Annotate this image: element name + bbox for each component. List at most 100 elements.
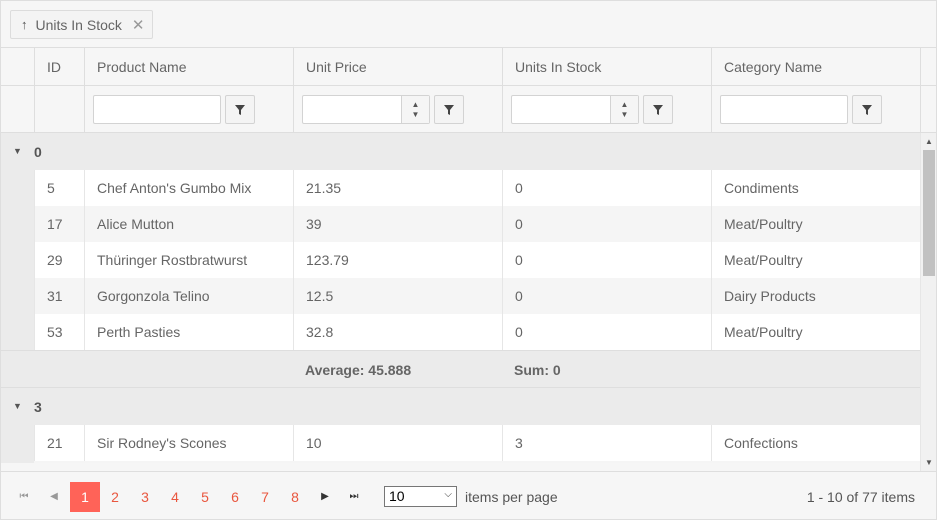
header-units-in-stock[interactable]: Units In Stock: [502, 48, 711, 85]
cell-product-name: Alice Mutton: [84, 206, 293, 242]
filter-cell-category-name: [711, 85, 920, 133]
page-6-button[interactable]: 6: [220, 482, 250, 512]
collapse-group-icon[interactable]: ▼: [13, 401, 22, 411]
product-name-filter-button[interactable]: [225, 95, 255, 124]
table-row[interactable]: 17 Alice Mutton 39 0 Meat/Poultry: [1, 206, 920, 242]
scroll-up-icon[interactable]: ▲: [921, 133, 937, 150]
next-page-icon[interactable]: ▶: [315, 487, 335, 507]
group-indent: [1, 461, 34, 463]
cell-id: 21: [34, 425, 84, 461]
units-in-stock-filter-input[interactable]: ▲ ▼: [511, 95, 639, 124]
header-scroll-spacer: [920, 48, 937, 85]
table-row[interactable]: 53 Perth Pasties 32.8 0 Meat/Poultry: [1, 314, 920, 350]
cell-category-name: Dairy Products: [711, 278, 920, 314]
table-row[interactable]: 31 Gorgonzola Telino 12.5 0 Dairy Produc…: [1, 278, 920, 314]
product-name-filter-input[interactable]: [93, 95, 221, 124]
cell-unit-price: 12.5: [293, 278, 502, 314]
cell-unit-price: 123.79: [293, 242, 502, 278]
units-in-stock-aggregate: Sum: 0: [514, 362, 561, 378]
table-row[interactable]: 21 Sir Rodney's Scones 10 3 Confections: [1, 425, 920, 461]
group-chip-label[interactable]: Units In Stock: [36, 17, 122, 33]
page-7-button[interactable]: 7: [250, 482, 280, 512]
filter-cell-units-in-stock: ▲ ▼: [502, 85, 711, 133]
group-header-row[interactable]: ▼ 0: [1, 133, 920, 170]
cell-product-name: Gorgonzola Telino: [84, 278, 293, 314]
filter-cell-id: [34, 85, 84, 133]
sort-ascending-icon[interactable]: ↑: [21, 17, 28, 32]
filter-cell-product-name: [84, 85, 293, 133]
data-grid: ↑ Units In Stock ✕ ID Product Name Unit …: [0, 0, 937, 520]
chevron-down-icon: ⌵: [444, 489, 452, 500]
cell-id: 5: [34, 170, 84, 206]
filter-cell-unit-price: ▲ ▼: [293, 85, 502, 133]
filter-icon: [444, 104, 454, 115]
units-in-stock-spinner[interactable]: ▲ ▼: [610, 96, 638, 123]
unit-price-spinner[interactable]: ▲ ▼: [401, 96, 429, 123]
page-4-button[interactable]: 4: [160, 482, 190, 512]
cell-category-name: Meat/Poultry: [711, 206, 920, 242]
spin-down-icon[interactable]: ▼: [621, 110, 629, 120]
cell-unit-price: 32.8: [293, 314, 502, 350]
cell-unit-price: 39: [293, 206, 502, 242]
group-chip-units-in-stock[interactable]: ↑ Units In Stock ✕: [10, 10, 154, 39]
filter-icon: [653, 104, 663, 115]
category-name-filter-input[interactable]: [720, 95, 848, 124]
scroll-down-icon[interactable]: ▼: [921, 454, 937, 471]
filter-indent: [1, 85, 34, 133]
spin-up-icon[interactable]: ▲: [621, 100, 629, 110]
cell-category-name: Meat/Poultry: [711, 314, 920, 350]
items-per-page-label: items per page: [465, 489, 558, 505]
group-header-row[interactable]: ▼ 3: [1, 388, 920, 425]
group-indent: [1, 170, 34, 206]
page-5-button[interactable]: 5: [190, 482, 220, 512]
header-category-name[interactable]: Category Name: [711, 48, 920, 85]
page-size-value: 10: [389, 488, 405, 504]
header-unit-price[interactable]: Unit Price: [293, 48, 502, 85]
category-name-filter-button[interactable]: [852, 95, 882, 124]
unit-price-aggregate: Average: 45.888: [305, 362, 412, 378]
group-indent: [1, 314, 34, 350]
cell-unit-price: 10: [293, 425, 502, 461]
collapse-group-icon[interactable]: ▼: [13, 146, 22, 156]
vertical-scrollbar[interactable]: ▲ ▼: [920, 133, 936, 471]
previous-page-icon[interactable]: ◀: [44, 487, 64, 507]
units-in-stock-filter-button[interactable]: [643, 95, 673, 124]
page-3-button[interactable]: 3: [130, 482, 160, 512]
spin-up-icon[interactable]: ▲: [412, 100, 420, 110]
page-1-button[interactable]: 1: [70, 482, 100, 512]
pager: ⏮ ◀ 1 2 3 4 5 6 7 8 ▶ ⏭ 10 ⌵ items per p…: [1, 471, 936, 519]
last-page-icon[interactable]: ⏭: [344, 487, 364, 507]
unit-price-filter-button[interactable]: [434, 95, 464, 124]
remove-group-icon[interactable]: ✕: [132, 16, 145, 34]
cell-id: 29: [34, 242, 84, 278]
cell-id: 53: [34, 314, 84, 350]
scroll-thumb[interactable]: [923, 150, 935, 276]
cell-category-name: Meat/Poultry: [711, 242, 920, 278]
cell-category-name: Confections: [711, 425, 920, 461]
table-row[interactable]: 5 Chef Anton's Gumbo Mix 21.35 0 Condime…: [1, 170, 920, 206]
cell-units-in-stock: 3: [502, 425, 711, 461]
cell-units-in-stock: 0: [502, 278, 711, 314]
page-size-select[interactable]: 10 ⌵: [384, 486, 457, 507]
cell-units-in-stock: 0: [502, 314, 711, 350]
page-8-button[interactable]: 8: [280, 482, 310, 512]
header-product-name[interactable]: Product Name: [84, 48, 293, 85]
table-row[interactable]: 29 Thüringer Rostbratwurst 123.79 0 Meat…: [1, 242, 920, 278]
page-2-button[interactable]: 2: [100, 482, 130, 512]
table-row[interactable]: [1, 461, 920, 463]
group-value: 3: [34, 399, 42, 415]
group-indent: [1, 242, 34, 278]
filter-icon: [235, 104, 245, 115]
cell-id: 17: [34, 206, 84, 242]
header-id[interactable]: ID: [34, 48, 84, 85]
group-indent: [1, 206, 34, 242]
cell-product-name: Sir Rodney's Scones: [84, 425, 293, 461]
unit-price-filter-input[interactable]: ▲ ▼: [302, 95, 430, 124]
spin-down-icon[interactable]: ▼: [412, 110, 420, 120]
cell-product-name: Perth Pasties: [84, 314, 293, 350]
first-page-icon[interactable]: ⏮: [14, 487, 34, 507]
pager-info: 1 - 10 of 77 items: [806, 489, 915, 505]
cell-units-in-stock: 0: [502, 242, 711, 278]
cell-units-in-stock: 0: [502, 170, 711, 206]
cell-unit-price: 21.35: [293, 170, 502, 206]
